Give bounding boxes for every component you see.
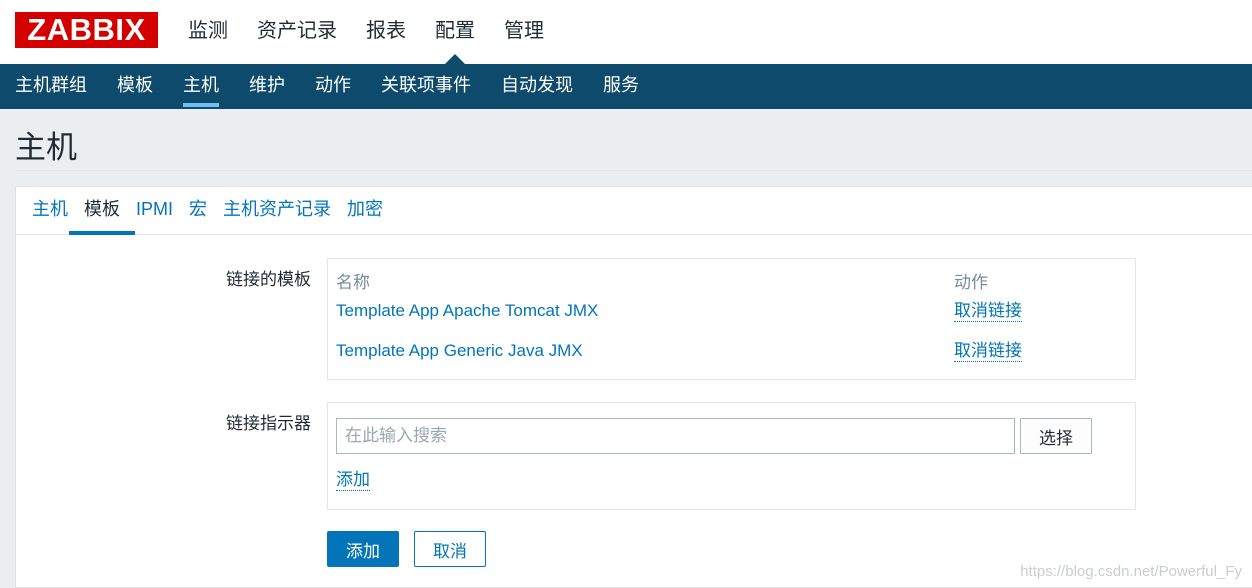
watermark: https://blog.csdn.net/Powerful_Fy	[1020, 563, 1242, 580]
sub-nav-services[interactable]: 服务	[603, 64, 639, 109]
tab-host-inventory[interactable]: 主机资产记录	[223, 187, 331, 234]
top-header: ZABBIX 监测 资产记录 报表 配置 管理	[0, 0, 1252, 64]
template-search-input[interactable]	[336, 418, 1015, 454]
tab-encryption[interactable]: 加密	[347, 187, 383, 234]
template-link-java[interactable]: Template App Generic Java JMX	[336, 341, 583, 361]
main-menu-administration[interactable]: 管理	[504, 0, 544, 64]
sub-nav: 主机群组 模板 主机 维护 动作 关联项事件 自动发现 服务	[0, 64, 1252, 109]
link-indicator-box: 选择 添加	[327, 402, 1136, 510]
title-divider	[15, 170, 1252, 171]
template-link-tomcat[interactable]: Template App Apache Tomcat JMX	[336, 301, 598, 321]
sub-nav-correlation[interactable]: 关联项事件	[381, 64, 471, 109]
sub-nav-templates[interactable]: 模板	[117, 64, 153, 109]
column-header-action: 动作	[954, 273, 988, 292]
tab-host[interactable]: 主机	[32, 187, 68, 234]
tab-ipmi[interactable]: IPMI	[136, 187, 173, 234]
main-menu-reports[interactable]: 报表	[366, 0, 406, 64]
form-tabs: 主机 模板 IPMI 宏 主机资产记录 加密	[16, 187, 1252, 235]
sub-nav-maintenance[interactable]: 维护	[249, 64, 285, 109]
linked-templates-table: 名称 动作 Template App Apache Tomcat JMX 取消链…	[327, 258, 1136, 380]
add-template-link[interactable]: 添加	[336, 470, 370, 491]
link-indicator-label: 链接指示器	[226, 414, 311, 433]
page-title: 主机	[15, 130, 77, 165]
main-menu-configuration[interactable]: 配置	[435, 0, 475, 64]
select-button[interactable]: 选择	[1020, 418, 1092, 454]
main-menu: 监测 资产记录 报表 配置 管理	[188, 0, 573, 64]
unlink-button-tomcat[interactable]: 取消链接	[954, 301, 1022, 322]
sub-nav-host-groups[interactable]: 主机群组	[15, 64, 87, 109]
linked-templates-label: 链接的模板	[226, 270, 311, 289]
sub-nav-hosts[interactable]: 主机	[183, 64, 219, 109]
main-menu-inventory[interactable]: 资产记录	[257, 0, 337, 64]
tab-templates[interactable]: 模板	[69, 187, 135, 235]
host-form-panel: 主机 模板 IPMI 宏 主机资产记录 加密 链接的模板 名称 动作 Templ…	[15, 186, 1252, 588]
sub-nav-discovery[interactable]: 自动发现	[501, 64, 573, 109]
main-menu-monitoring[interactable]: 监测	[188, 0, 228, 64]
column-header-name: 名称	[336, 273, 370, 292]
zabbix-logo[interactable]: ZABBIX	[15, 12, 158, 48]
tab-macros[interactable]: 宏	[189, 187, 207, 234]
unlink-button-java[interactable]: 取消链接	[954, 341, 1022, 362]
add-button[interactable]: 添加	[327, 531, 399, 567]
cancel-button[interactable]: 取消	[414, 531, 486, 567]
sub-nav-actions[interactable]: 动作	[315, 64, 351, 109]
